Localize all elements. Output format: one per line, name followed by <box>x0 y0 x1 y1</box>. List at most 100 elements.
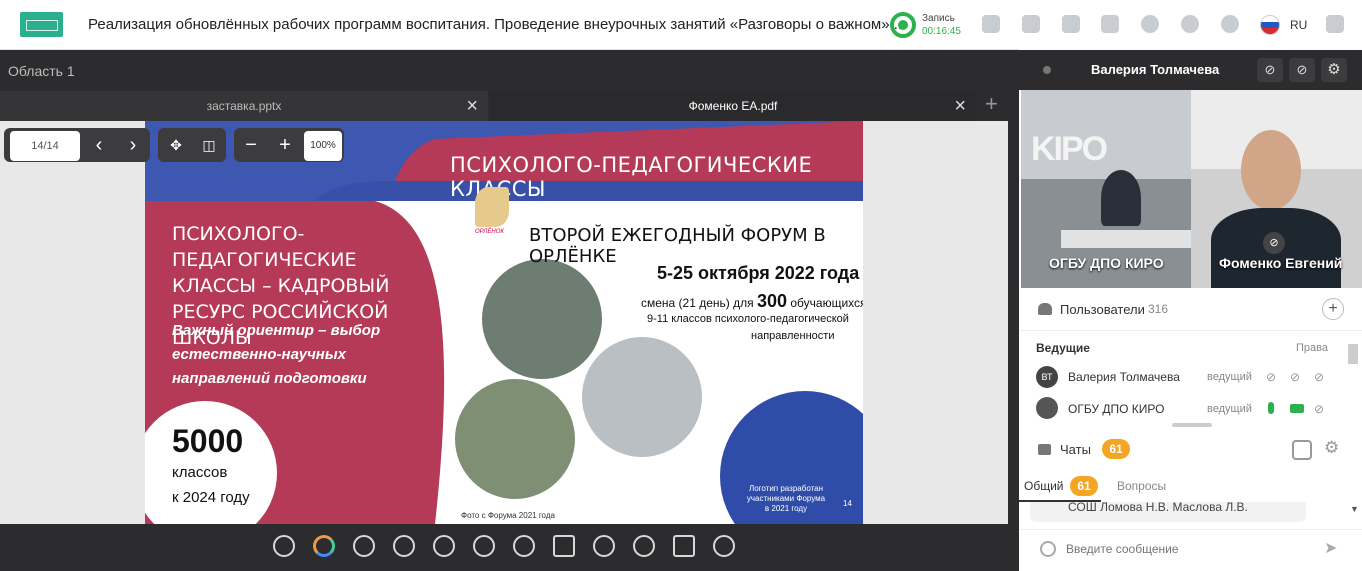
top-bar: Реализация обновлённых рабочих программ … <box>0 0 1362 50</box>
trash-icon[interactable] <box>673 535 695 557</box>
prev-page-button[interactable]: ‹ <box>84 128 114 162</box>
user-name[interactable]: ОГБУ ДПО КИРО <box>1068 402 1165 416</box>
mic-on-icon[interactable] <box>1268 402 1274 414</box>
user-settings-icon[interactable] <box>1141 15 1159 33</box>
screen-off-icon[interactable]: ⊘ <box>1314 402 1324 416</box>
fit-width-icon[interactable]: ◫ <box>194 128 224 162</box>
video-tile-kiro[interactable]: KIPO ОГБУ ДПО КИРО <box>1021 90 1191 288</box>
grades-line-2: направленности <box>751 330 835 342</box>
rectangle-icon[interactable] <box>553 535 575 557</box>
next-page-button[interactable]: › <box>118 128 148 162</box>
chat-scrollbar[interactable]: ▼ <box>1350 504 1359 514</box>
gear-icon[interactable] <box>1221 15 1239 33</box>
kiro-sign: KIPO <box>1031 130 1108 168</box>
chat-window-icon[interactable] <box>1292 440 1312 460</box>
record-indicator-icon[interactable] <box>890 12 916 38</box>
info-icon[interactable] <box>1181 15 1199 33</box>
fit-page-icon[interactable]: ✥ <box>161 128 191 162</box>
brush-icon[interactable] <box>433 535 455 557</box>
panel-resize-handle[interactable] <box>1172 423 1212 427</box>
close-icon[interactable]: × <box>466 91 478 121</box>
chat-count-badge: 61 <box>1102 439 1130 459</box>
chat-label: Чаты <box>1060 442 1091 457</box>
record-time: 00:16:45 <box>922 26 961 37</box>
chat-message-input[interactable] <box>1066 540 1306 558</box>
chat-tab-count-badge: 61 <box>1070 476 1098 496</box>
exit-icon[interactable] <box>1326 15 1344 33</box>
gear-icon[interactable]: ⚙ <box>1321 58 1347 82</box>
tab-pdf[interactable]: Фоменко ЕА.pdf × <box>490 91 976 121</box>
text-tool-icon[interactable] <box>713 535 735 557</box>
zoom-value[interactable]: 100% <box>304 131 342 161</box>
document-icon[interactable] <box>1062 15 1080 33</box>
zoom-in-button[interactable]: + <box>270 128 300 162</box>
users-label: Пользователи <box>1060 302 1145 317</box>
forum-dates: 5-25 октября 2022 года <box>657 263 860 283</box>
language-flag-icon[interactable] <box>1260 15 1280 35</box>
forum-title: ВТОРОЙ ЕЖЕГОДНЫЙ ФОРУМ В ОРЛЁНКЕ <box>529 225 826 267</box>
page-indicator[interactable]: 14/14 <box>10 131 80 161</box>
users-count: 316 <box>1148 302 1169 316</box>
meeting-title: Реализация обновлённых рабочих программ … <box>88 16 903 33</box>
app-logo <box>20 12 63 37</box>
rights-label: Права <box>1296 342 1328 354</box>
live-dot-icon <box>1043 66 1051 74</box>
mic-off-icon[interactable]: ⊘ <box>1257 58 1283 82</box>
add-tab-button[interactable]: + <box>985 91 998 117</box>
chat-tab-questions[interactable]: Вопросы <box>1117 479 1166 493</box>
user-name[interactable]: Валерия Толмачева <box>1068 370 1180 384</box>
shift-line: смена (21 день) для 300 обучающихся <box>641 291 863 312</box>
mic-off-icon[interactable]: ⊘ <box>1266 370 1276 384</box>
chat-tab-general[interactable]: Общий <box>1024 479 1064 493</box>
camera-on-icon[interactable] <box>1290 404 1304 413</box>
folder-icon[interactable] <box>1101 15 1119 33</box>
video-tile-fomenko[interactable]: ⊘ Фоменко Евгений <box>1191 90 1362 288</box>
screen-off-icon[interactable]: ⊘ <box>1314 370 1324 384</box>
tab-label: заставка.pptx <box>206 99 282 113</box>
count-text-2: к 2024 году <box>172 489 250 506</box>
send-icon[interactable]: ➤ <box>1324 538 1337 558</box>
tab-label: Фоменко ЕА.pdf <box>688 99 778 113</box>
users-scrollbar[interactable] <box>1348 344 1358 364</box>
photo-caption: Фото с Форума 2021 года <box>461 511 555 520</box>
presenter-name: Валерия Толмачева <box>1091 62 1220 77</box>
eraser-icon[interactable] <box>633 535 655 557</box>
line-icon[interactable] <box>513 535 535 557</box>
users-icon <box>1038 303 1052 315</box>
screen-share-icon[interactable] <box>1022 15 1040 33</box>
camera-off-icon[interactable]: ⊘ <box>1290 370 1300 384</box>
drawing-toolbar <box>0 524 1008 568</box>
add-user-button[interactable]: + <box>1322 298 1344 320</box>
chat-message-preview: СОШ Ломова Н.В. Маслова Л.В. <box>1068 500 1248 514</box>
shift-text-1: смена (21 день) для <box>641 296 754 310</box>
close-icon[interactable]: × <box>954 91 966 121</box>
count-big: 5000 <box>172 423 244 459</box>
avatar: ВТ <box>1036 366 1058 388</box>
zoom-out-button[interactable]: − <box>236 128 266 162</box>
emblem-text-1: Логотип разработан <box>748 484 824 493</box>
pencil-icon[interactable] <box>473 535 495 557</box>
grades-line-1: 9-11 классов психолого-педагогической <box>647 313 849 325</box>
emblem-text-3: в 2021 году <box>764 504 808 513</box>
left-subtitle: Важный ориентир – выбор естественно-науч… <box>172 322 381 387</box>
avatar <box>1036 397 1058 419</box>
emblem-text-2: участниками Форума <box>746 494 826 503</box>
circle-icon[interactable] <box>593 535 615 557</box>
settings-icon[interactable] <box>273 535 295 557</box>
language-label[interactable]: RU <box>1290 18 1307 32</box>
apps-icon[interactable] <box>982 15 1000 33</box>
gear-icon[interactable]: ⚙ <box>1324 438 1339 458</box>
user-role: ведущий <box>1207 371 1252 383</box>
video-label: ОГБУ ДПО КИРО <box>1049 255 1164 271</box>
count-text-1: классов <box>172 464 228 481</box>
tab-presentation[interactable]: заставка.pptx × <box>0 91 488 121</box>
slide-page: ПСИХОЛОГО-ПЕДАГОГИЧЕСКИЕ КЛАССЫ ОРЛЁНОК … <box>145 121 863 524</box>
slide-banner: ПСИХОЛОГО-ПЕДАГОГИЧЕСКИЕ КЛАССЫ <box>450 153 813 201</box>
move-icon[interactable] <box>393 535 415 557</box>
video-label: Фоменко Евгений <box>1219 255 1343 271</box>
camera-off-icon[interactable]: ⊘ <box>1289 58 1315 82</box>
emoji-icon[interactable] <box>1040 541 1056 557</box>
area-label: Область 1 <box>8 63 75 79</box>
pointer-icon[interactable] <box>353 535 375 557</box>
color-picker-icon[interactable] <box>313 535 335 557</box>
